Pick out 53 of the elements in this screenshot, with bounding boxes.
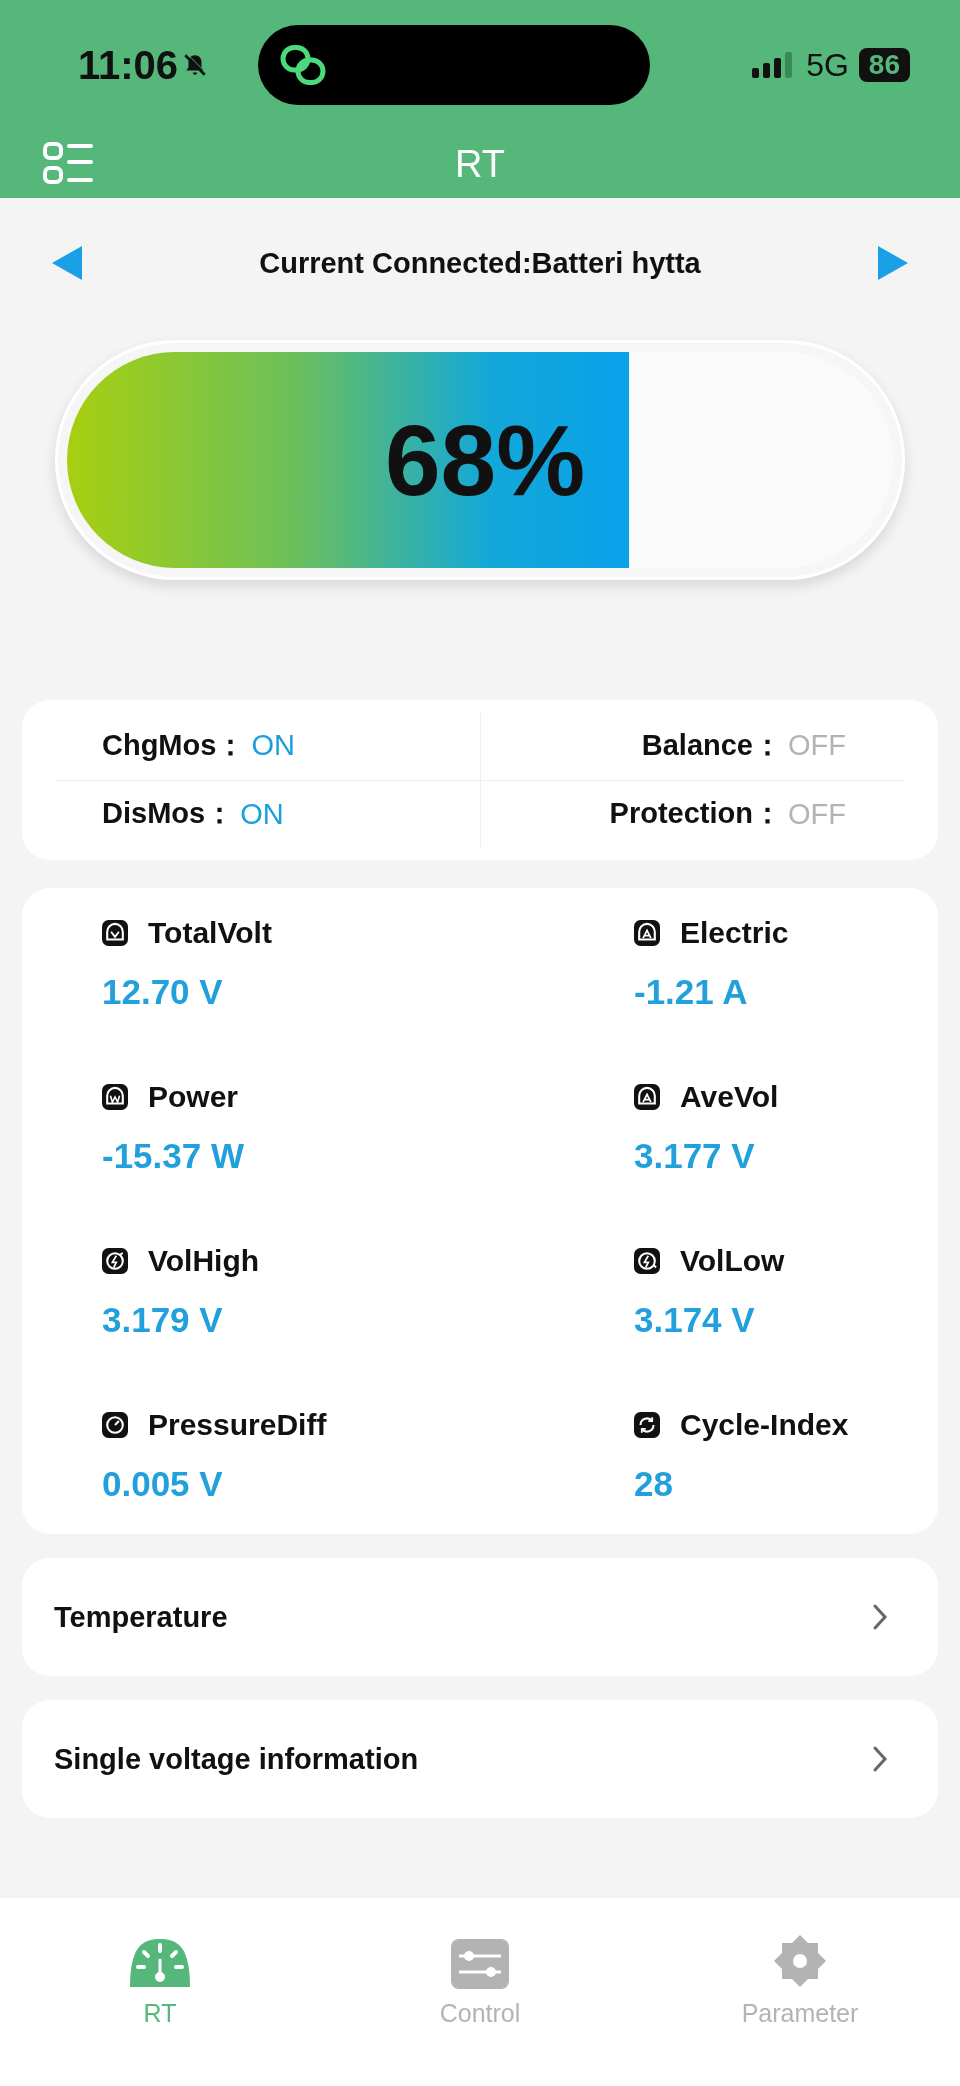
network-type: 5G [806,46,849,84]
metric-label: TotalVolt [148,916,272,950]
info-row[interactable]: Temperature [22,1558,938,1676]
settings-icon [772,1933,828,1989]
connected-device-label: Current Connected:Batteri hytta [259,246,701,280]
metric-label: VolLow [680,1244,785,1278]
charge-percentage: 68% [384,402,586,518]
metric-value: 12.70 V [102,972,224,1012]
chevron-right-icon [872,1603,888,1631]
battery-indicator: 86 [858,48,910,82]
switch-label: Balance： [641,727,782,763]
switch-state: OFF [788,797,846,831]
tab-item[interactable]: RT [0,1918,320,2028]
metric-value: 3.177 V [634,1136,756,1176]
muted-bell-icon [182,52,209,78]
meter-icon [102,1084,128,1110]
meter-icon [634,920,660,946]
switch-label: ChgMos： [102,727,246,763]
speedometer-icon [128,1939,192,1989]
refresh-icon [634,1412,660,1438]
metric-value: -15.37 W [102,1136,245,1176]
info-row[interactable]: Single voltage information [22,1700,938,1818]
metric-label: Electric [680,916,789,950]
metric-value: 3.174 V [634,1300,756,1340]
tab-item[interactable]: Control [320,1918,640,2028]
switch-state: ON [251,729,295,763]
next-device-icon[interactable] [876,244,910,282]
screen-title: RT [455,142,505,186]
metric-value: -1.21 A [634,972,749,1012]
bolt-icon [634,1248,660,1274]
metric-value: 0.005 V [102,1464,224,1504]
switch-label: Protection： [609,796,782,832]
tab-item[interactable]: Parameter [640,1918,960,2028]
previous-device-icon[interactable] [50,244,84,282]
metric-label: Power [148,1080,239,1114]
metric-label: AveVol [680,1080,779,1114]
switch-state: ON [240,797,284,831]
info-row-label: Temperature [54,1600,228,1634]
metric-label: PressureDiff [148,1408,327,1442]
chevron-right-icon [872,1745,888,1773]
gauge-icon [102,1412,128,1438]
bolt-icon [102,1248,128,1274]
status-time: 11:06 [78,42,179,88]
metric-value: 3.179 V [102,1300,224,1340]
sliders-icon [451,1939,509,1989]
meter-icon [102,920,128,946]
metric-value: 28 [634,1464,674,1504]
switch-state: OFF [788,729,846,763]
metric-label: Cycle-Index [680,1408,849,1442]
metric-label: VolHigh [148,1244,260,1278]
info-row-label: Single voltage information [54,1742,419,1776]
switch-label: DisMos： [102,796,235,832]
meter-icon [634,1084,660,1110]
